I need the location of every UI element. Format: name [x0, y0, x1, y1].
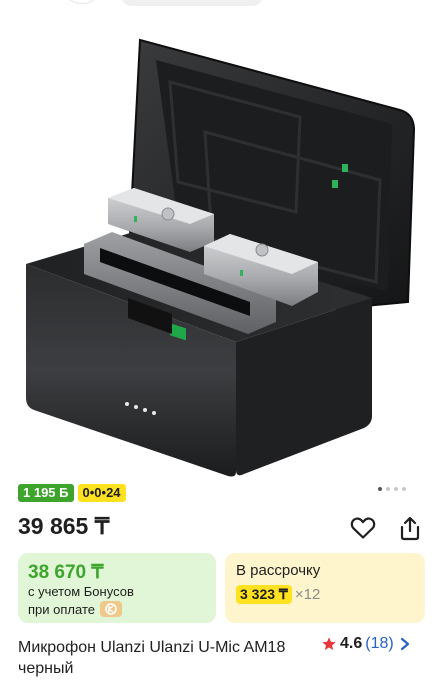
bonus-price: 38 670 ₸ [28, 562, 104, 583]
product-photo-illustration [26, 38, 416, 477]
back-button-edge[interactable] [60, 0, 104, 4]
pagination-dot [378, 487, 382, 491]
product-price: 39 865 ₸ [18, 513, 110, 539]
share-icon [400, 516, 420, 541]
promo-badges: 1 195 Б 0•0•24 [18, 484, 126, 502]
favorite-button[interactable] [348, 513, 378, 543]
share-button[interactable] [395, 513, 425, 543]
bonus-caption-text: при оплате [28, 601, 95, 617]
pagination-dot [394, 487, 398, 491]
bonus-caption-line1: с учетом Бонусов [28, 584, 134, 599]
installment-badge: 0•0•24 [77, 484, 126, 502]
bonus-price-card[interactable]: 38 670 ₸ с учетом Бонусов при оплате [18, 553, 216, 623]
installment-amount: 3 323 ₸ [236, 585, 292, 604]
installment-title: В рассрочку [236, 562, 321, 579]
product-image[interactable] [0, 12, 443, 478]
chevron-right-icon [400, 637, 409, 651]
rating-value: 4.6 [340, 635, 363, 652]
pagination-dot [386, 487, 390, 491]
bonus-badge: 1 195 Б [18, 484, 74, 502]
rating-link[interactable]: 4.6 (18) [321, 635, 410, 653]
review-count: (18) [365, 635, 394, 652]
installment-row: 3 323 ₸ ×12 [236, 585, 320, 604]
kaspi-logo-icon [99, 601, 122, 617]
installment-card[interactable]: В рассрочку 3 323 ₸ ×12 [225, 553, 425, 623]
star-icon [322, 637, 336, 650]
top-pill [122, 0, 262, 6]
heart-icon [350, 517, 376, 539]
bonus-caption-line2: при оплате [28, 601, 122, 617]
pagination-dot [402, 487, 406, 491]
installment-multiplier: ×12 [294, 586, 321, 603]
gallery-pagination [378, 487, 406, 491]
top-strip [0, 0, 443, 12]
product-title: Микрофон Ulanzi Ulanzi U-Mic AM18 черный [18, 639, 286, 677]
